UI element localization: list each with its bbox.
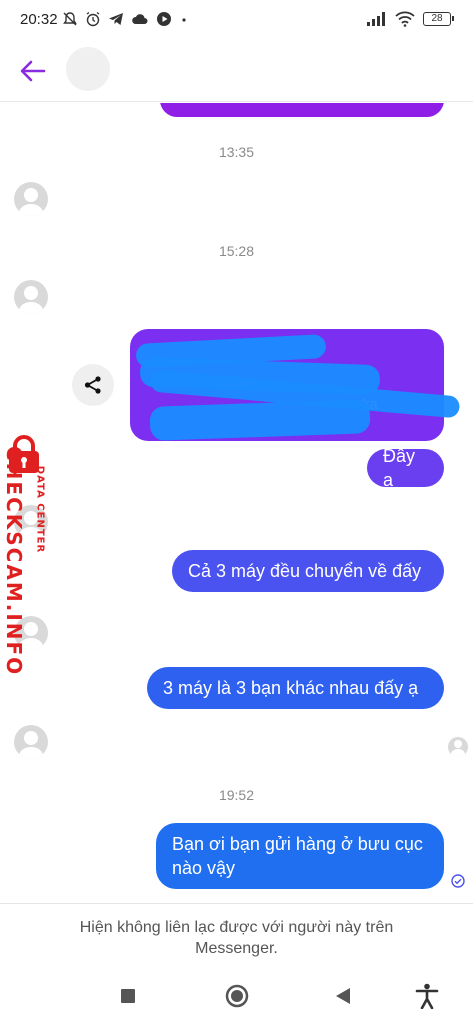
message-text: Bạn ơi bạn gửi hàng ở bưu cục nào vậy <box>172 834 423 878</box>
contact-avatar[interactable] <box>14 280 48 314</box>
contact-avatar-header[interactable] <box>66 47 110 91</box>
status-left-icons <box>62 11 189 27</box>
outgoing-message[interactable]: Bạn ơi bạn gửi hàng ở bưu cục nào vậy <box>156 823 444 889</box>
mute-bell-icon <box>63 12 77 26</box>
share-button[interactable] <box>72 364 114 406</box>
message-text: Cả 3 máy đều chuyển về đấy <box>188 561 422 581</box>
outgoing-message[interactable]: Cả 3 máy đều chuyển về đấy <box>172 550 444 592</box>
sent-check-icon <box>451 874 465 888</box>
signal-icon <box>367 12 385 26</box>
recents-button[interactable] <box>113 981 143 1011</box>
back-button[interactable] <box>18 56 48 86</box>
home-button[interactable] <box>222 981 252 1011</box>
checkscam-watermark: CHECKSCAM.INFO DATA CENTER <box>0 434 54 677</box>
status-time: 20:32 <box>20 11 58 28</box>
alarm-icon <box>86 11 100 27</box>
triangle-back-icon <box>336 988 350 1004</box>
status-right-icons: 28 <box>367 11 454 27</box>
system-nav-bar <box>0 963 473 1024</box>
dot-icon <box>182 18 186 22</box>
unavailable-text: Hiện không liên lạc được với người này t… <box>79 919 394 957</box>
outgoing-message[interactable]: 3 máy là 3 bạn khác nhau đấy ạ <box>147 667 444 709</box>
accessibility-icon <box>415 983 439 1009</box>
message-text: Đây ạ <box>383 446 416 490</box>
timestamp: 15:28 <box>218 243 255 259</box>
contact-avatar[interactable] <box>14 725 48 759</box>
share-icon <box>84 376 101 394</box>
outgoing-message[interactable]: Đây ạ <box>367 446 444 490</box>
telegram-icon <box>109 13 123 25</box>
messenger-screen: 20:32 28 13:35 15:28 Đây ạ Cả 3 máy đều … <box>0 0 473 1024</box>
timestamp: 13:35 <box>218 144 255 160</box>
back-nav-button[interactable] <box>328 981 358 1011</box>
watermark-sub-text: DATA CENTER <box>34 465 46 554</box>
home-circle-icon <box>225 984 249 1008</box>
square-icon <box>121 989 135 1003</box>
contact-avatar[interactable] <box>14 182 48 216</box>
wifi-icon <box>395 11 415 27</box>
chat-header <box>0 40 473 102</box>
youtube-icon <box>157 12 171 26</box>
unavailable-notice: Hiện không liên lạc được với người này t… <box>0 903 473 963</box>
message-text: 3 máy là 3 bạn khác nhau đấy ạ <box>163 678 419 698</box>
status-bar: 20:32 28 <box>0 0 473 40</box>
message-bubble-cut-off[interactable] <box>160 103 444 117</box>
accessibility-button[interactable] <box>412 981 442 1011</box>
arrow-left-icon <box>20 60 46 82</box>
message-list[interactable]: 13:35 15:28 ka Đây ạ Cả 3 máy đều chuyển… <box>0 103 473 903</box>
watermark-main-text: CHECKSCAM.INFO <box>2 446 26 677</box>
battery-icon: 28 <box>423 12 454 26</box>
cloud-icon <box>132 14 148 24</box>
timestamp: 19:52 <box>218 787 255 803</box>
seen-avatar <box>448 737 468 757</box>
